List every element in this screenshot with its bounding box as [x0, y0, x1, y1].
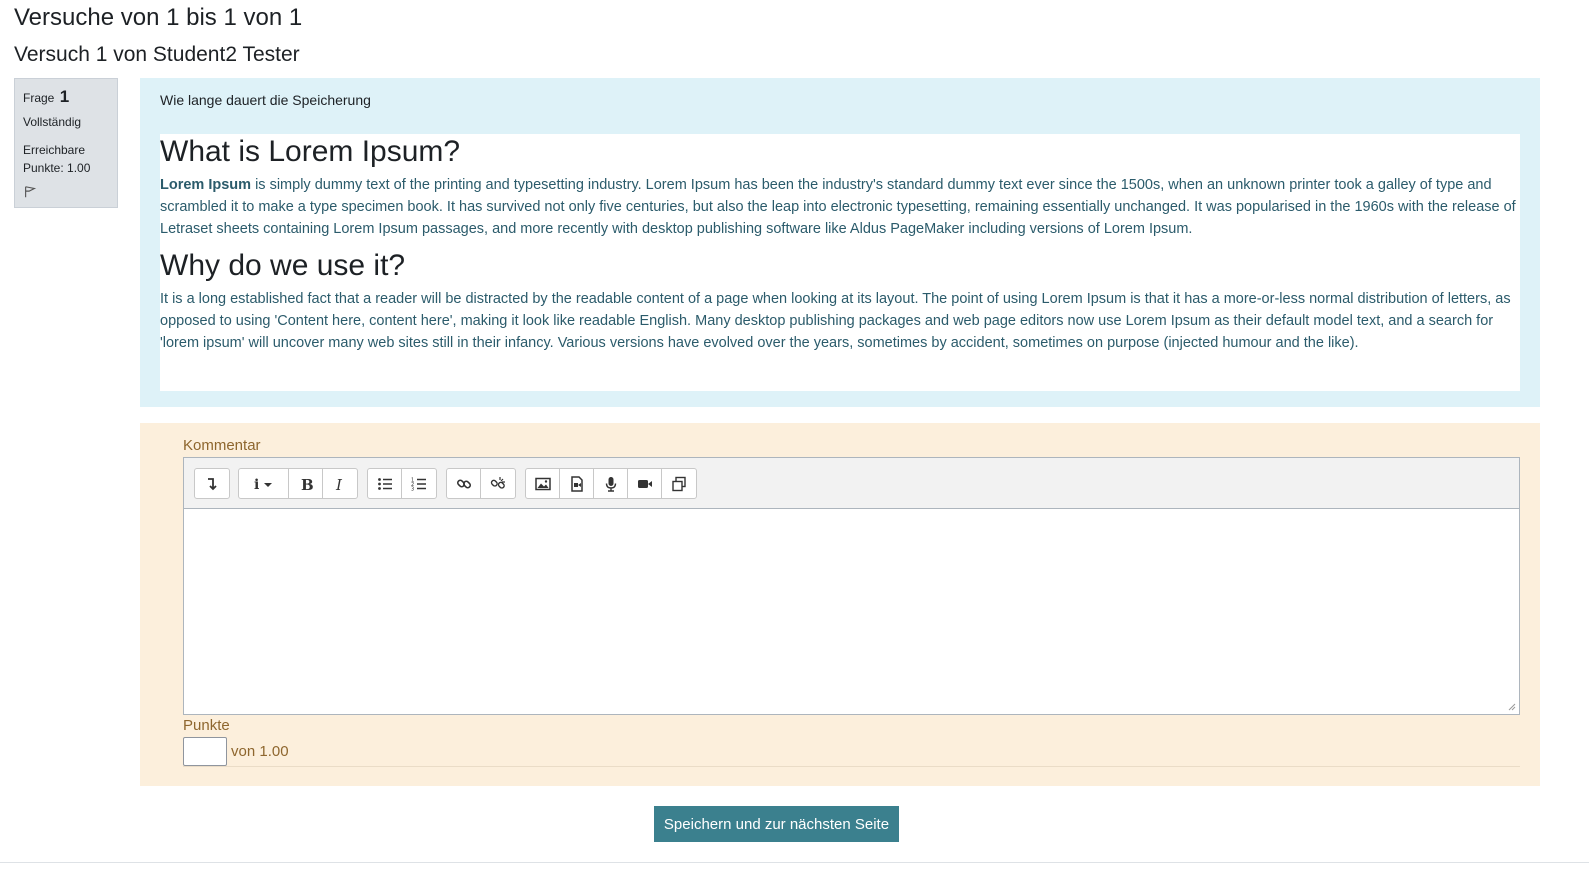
content-heading-1: What is Lorem Ipsum?: [160, 135, 461, 168]
content-paragraph-1: Lorem Ipsum is simply dummy text of the …: [160, 174, 1520, 240]
bold-icon[interactable]: B: [289, 469, 323, 498]
save-next-button[interactable]: Speichern und zur nächsten Seite: [654, 806, 899, 842]
toolbar-group-collapse: [194, 468, 230, 499]
question-grade: Erreichbare Punkte: 1.00: [23, 141, 109, 177]
content-heading-2: Why do we use it?: [160, 249, 406, 282]
question-number-value: 1: [59, 87, 70, 106]
points-input[interactable]: [183, 737, 227, 766]
footer-divider: [0, 862, 1589, 863]
image-icon[interactable]: [526, 469, 560, 498]
svg-text:B: B: [301, 476, 314, 492]
toolbar-group-links: [446, 468, 516, 499]
question-info-panel: Frage 1 Vollständig Erreichbare Punkte: …: [14, 78, 118, 208]
content-paragraph-1-text: is simply dummy text of the printing and…: [160, 177, 1516, 237]
svg-text:i: i: [254, 477, 259, 492]
grade-value: Punkte: 1.00: [23, 161, 91, 175]
manage-files-icon[interactable]: [662, 469, 696, 498]
numbered-list-icon[interactable]: 123: [402, 469, 436, 498]
grade-label: Erreichbare: [23, 143, 86, 157]
attempts-heading: Versuche von 1 bis 1 von 1: [14, 4, 303, 31]
editor-toolbar: i B I 123: [184, 458, 1519, 509]
resize-handle-icon[interactable]: [1508, 703, 1516, 711]
bullet-list-icon[interactable]: [368, 469, 402, 498]
question-text: Wie lange dauert die Speicherung: [160, 92, 371, 108]
comment-section: Kommentar i B I 1 2 3 Punkte von 1.00: [140, 423, 1540, 786]
link-icon[interactable]: [447, 469, 481, 498]
toolbar-group-lists: 123: [367, 468, 437, 499]
question-state: Vollständig: [23, 115, 82, 129]
content-paragraph-1-bold: Lorem Ipsum: [160, 177, 252, 193]
svg-text:3: 3: [411, 486, 414, 492]
question-number-label: Frage: [23, 91, 55, 105]
toolbar-group-media: [525, 468, 697, 499]
unlink-icon[interactable]: [481, 469, 515, 498]
points-label: Punkte: [183, 717, 230, 734]
comment-textarea[interactable]: [184, 509, 1519, 714]
italic-icon[interactable]: I: [323, 469, 357, 498]
question-number: Frage 1: [23, 87, 109, 107]
collapse-icon[interactable]: [195, 469, 229, 498]
question-formulation: Wie lange dauert die Speicherung What is…: [140, 78, 1540, 407]
divider: [183, 766, 1520, 767]
content-paragraph-2: It is a long established fact that a rea…: [160, 291, 1511, 351]
question-content: What is Lorem Ipsum? Lorem Ipsum is simp…: [160, 134, 1520, 391]
info-icon[interactable]: i: [239, 469, 289, 498]
toolbar-group-style: i B I: [238, 468, 358, 499]
points-max: von 1.00: [231, 743, 289, 760]
attempt-heading: Versuch 1 von Student2 Tester: [14, 43, 300, 66]
svg-text:I: I: [335, 476, 343, 492]
microphone-icon[interactable]: [594, 469, 628, 498]
comment-editor: i B I 123: [183, 457, 1520, 715]
video-icon[interactable]: [628, 469, 662, 498]
flag-icon[interactable]: [23, 185, 39, 201]
comment-label: Kommentar: [183, 437, 261, 454]
media-icon[interactable]: [560, 469, 594, 498]
